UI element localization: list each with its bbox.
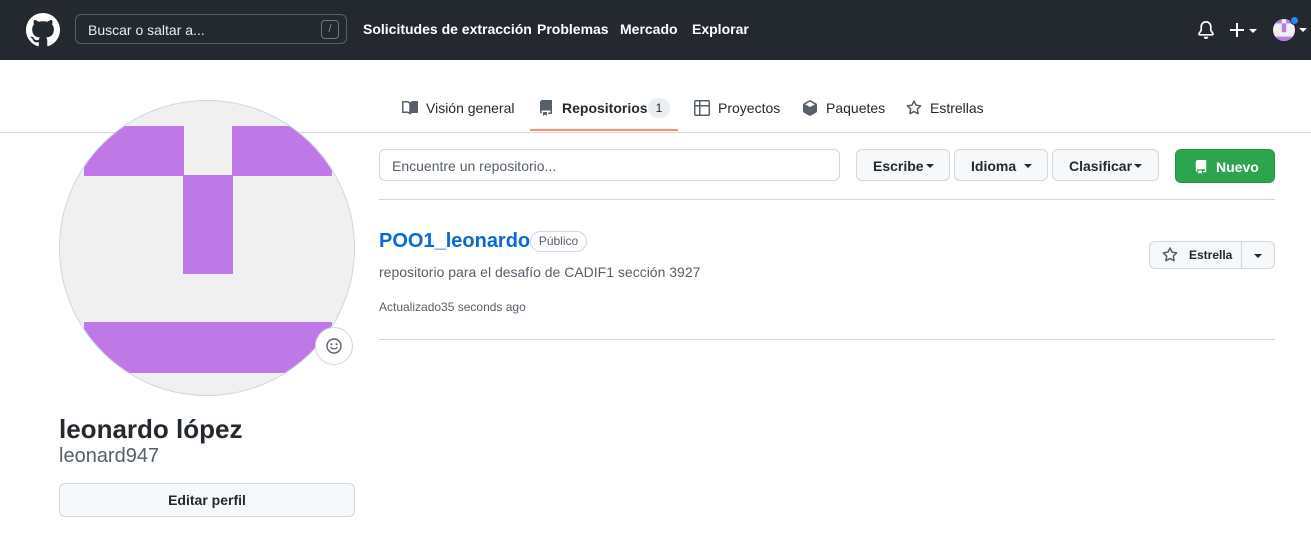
avatar-identicon — [84, 126, 332, 373]
star-icon — [1162, 247, 1178, 262]
notification-dot — [1290, 16, 1299, 25]
star-repo-label: Estrella — [1189, 248, 1233, 262]
global-search-input[interactable]: Buscar o saltar a... / — [75, 14, 347, 44]
tab-packages-label: Paquetes — [826, 100, 886, 116]
star-list-dropdown-chevron-icon[interactable] — [1254, 254, 1262, 258]
notifications-bell-icon[interactable] — [1197, 20, 1215, 40]
profile-username: leonard947 — [59, 445, 160, 467]
tab-projects-label: Proyectos — [718, 100, 781, 116]
nav-explore[interactable]: Explorar — [692, 21, 749, 37]
profile-full-name: leonardo lópez — [59, 414, 243, 444]
filter-divider — [379, 199, 1275, 200]
sort-filter-dropdown[interactable]: Clasificar — [1052, 149, 1159, 181]
language-filter-dropdown[interactable]: Idioma — [954, 149, 1048, 181]
nav-marketplace[interactable]: Mercado — [620, 21, 678, 37]
repo-icon — [1195, 160, 1207, 174]
table-icon — [694, 100, 710, 116]
book-icon — [402, 100, 418, 115]
global-search-placeholder: Buscar o saltar a... — [88, 22, 205, 38]
repo-icon — [540, 100, 552, 116]
chevron-down-icon — [1024, 164, 1032, 168]
repo-updated-time: Actualizado35 seconds ago — [379, 300, 526, 314]
new-repository-label: Nuevo — [1216, 159, 1259, 175]
repo-list-divider — [379, 339, 1275, 340]
tab-stars-label: Estrellas — [930, 100, 984, 116]
tab-overview-label: Visión general — [426, 100, 515, 116]
create-new-plus-icon[interactable] — [1229, 20, 1259, 40]
repo-search-placeholder: Encuentre un repositorio... — [392, 158, 557, 174]
package-icon — [803, 100, 817, 116]
user-menu-caret-icon[interactable] — [1299, 28, 1307, 32]
set-status-button[interactable] — [315, 327, 353, 365]
language-filter-label: Idioma — [971, 158, 1017, 174]
nav-pull-requests[interactable]: Solicitudes de extracción — [363, 21, 532, 37]
star-repo-button-group: Estrella — [1149, 241, 1275, 269]
smiley-icon — [326, 338, 342, 354]
star-repo-button[interactable]: Estrella — [1150, 242, 1242, 268]
nav-issues[interactable]: Problemas — [537, 21, 609, 37]
repo-visibility-badge: Público — [530, 231, 587, 252]
type-filter-label: Escribe — [873, 158, 924, 174]
chevron-down-icon — [926, 164, 934, 168]
top-header: Buscar o saltar a... / Solicitudes de ex… — [0, 0, 1311, 60]
edit-profile-button[interactable]: Editar perfil — [59, 483, 355, 517]
type-filter-dropdown[interactable]: Escribe — [856, 149, 950, 181]
repo-description: repositorio para el desafío de CADIF1 se… — [379, 264, 701, 280]
search-shortcut-key: / — [321, 20, 339, 39]
repo-search-input[interactable]: Encuentre un repositorio... — [379, 149, 840, 181]
tab-repositories-label: Repositorios — [562, 100, 648, 116]
chevron-down-icon — [1134, 164, 1142, 168]
new-repository-button[interactable]: Nuevo — [1175, 149, 1275, 183]
star-icon — [906, 100, 922, 115]
sort-filter-label: Clasificar — [1069, 158, 1133, 174]
active-tab-underline — [530, 129, 678, 131]
repo-name-link[interactable]: POO1_leonardo — [379, 230, 530, 253]
github-logo-icon[interactable] — [26, 13, 60, 47]
profile-avatar[interactable] — [59, 100, 355, 396]
repositories-count-badge: 1 — [648, 98, 670, 118]
